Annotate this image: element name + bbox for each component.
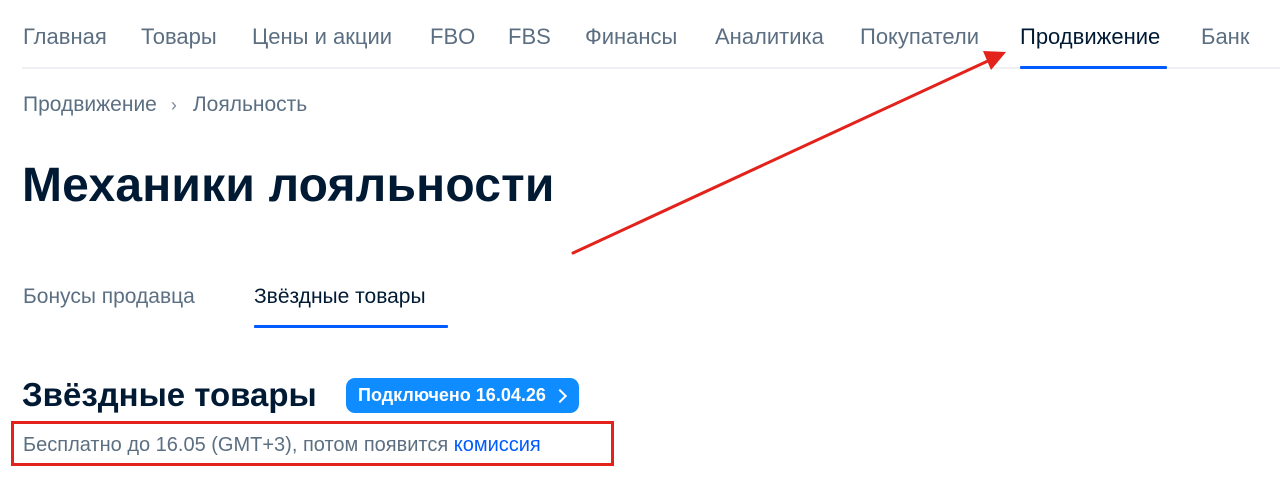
page-title: Механики лояльности — [22, 159, 555, 212]
nav-item-promotion[interactable]: Продвижение — [1020, 24, 1160, 50]
nav-item-bank[interactable]: Банк — [1201, 24, 1249, 50]
nav-item-fbo[interactable]: FBO — [430, 24, 475, 50]
nav-item-customers[interactable]: Покупатели — [860, 24, 979, 50]
status-badge[interactable]: Подключено 16.04.26 — [346, 378, 579, 413]
chevron-right-icon — [552, 388, 567, 404]
breadcrumb-item-promotion[interactable]: Продвижение — [23, 92, 157, 118]
section-title: Звёздные товары — [22, 376, 317, 413]
nav-item-fbs[interactable]: FBS — [508, 24, 551, 50]
nav-item-home[interactable]: Главная — [23, 24, 107, 50]
arrow-line — [571, 58, 992, 255]
nav-item-analytics[interactable]: Аналитика — [715, 24, 824, 50]
commission-info-text: Бесплатно до 16.05 (GMT+3), потом появит… — [23, 434, 454, 456]
breadcrumb-item-loyalty[interactable]: Лояльность — [193, 92, 307, 118]
commission-link[interactable]: комиссия — [454, 434, 541, 456]
chevron-right-icon: › — [170, 95, 177, 115]
tab-active-indicator — [254, 325, 448, 328]
nav-item-products[interactable]: Товары — [141, 24, 217, 50]
tab-star-products[interactable]: Звёздные товары — [254, 284, 426, 310]
page: Главная Товары Цены и акции FBO FBS Фина… — [0, 0, 1280, 492]
commission-info: Бесплатно до 16.05 (GMT+3), потом появит… — [23, 432, 541, 458]
status-badge-label: Подключено 16.04.26 — [358, 385, 546, 405]
tab-seller-bonuses[interactable]: Бонусы продавца — [23, 284, 195, 310]
nav-active-indicator — [1020, 66, 1167, 69]
breadcrumb: Продвижение › Лояльность — [23, 92, 307, 118]
nav-item-prices-promotions[interactable]: Цены и акции — [252, 24, 392, 50]
arrow-annotation — [571, 51, 1006, 255]
nav-item-finance[interactable]: Финансы — [585, 24, 677, 50]
top-navigation: Главная Товары Цены и акции FBO FBS Фина… — [0, 0, 1280, 70]
